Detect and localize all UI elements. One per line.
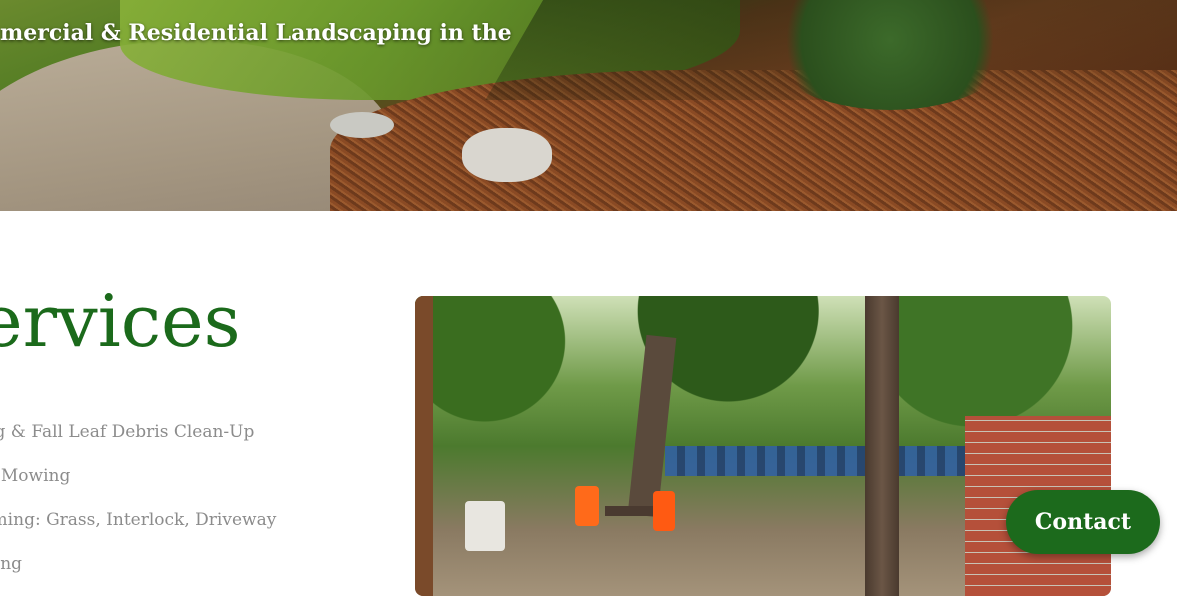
- photo-worker: [575, 486, 599, 526]
- hero-banner-image: mercial & Residential Landscaping in the: [0, 0, 1177, 211]
- photo-tree-trunk: [865, 296, 899, 596]
- photo-worker: [653, 491, 675, 531]
- service-item-leaf-cleanup: ring & Fall Leaf Debris Clean-Up: [0, 422, 255, 442]
- services-heading: ervices: [0, 279, 241, 363]
- photo-blue-bins: [665, 446, 965, 476]
- service-item-trimming: imming: Grass, Interlock, Driveway: [0, 510, 277, 530]
- hero-rock: [330, 112, 394, 138]
- hero-tagline: mercial & Residential Landscaping in the: [0, 20, 512, 46]
- contact-button[interactable]: Contact: [1006, 490, 1160, 554]
- services-list: ring & Fall Leaf Debris Clean-Up wn Mowi…: [0, 410, 276, 586]
- service-item-snow-plowing: owing: [0, 554, 23, 574]
- service-item-lawn-mowing: wn Mowing: [0, 466, 71, 486]
- photo-patio-chair: [465, 501, 505, 551]
- hero-rock: [462, 128, 552, 182]
- photo-tree-trunk: [415, 296, 433, 596]
- services-photo: [415, 296, 1111, 596]
